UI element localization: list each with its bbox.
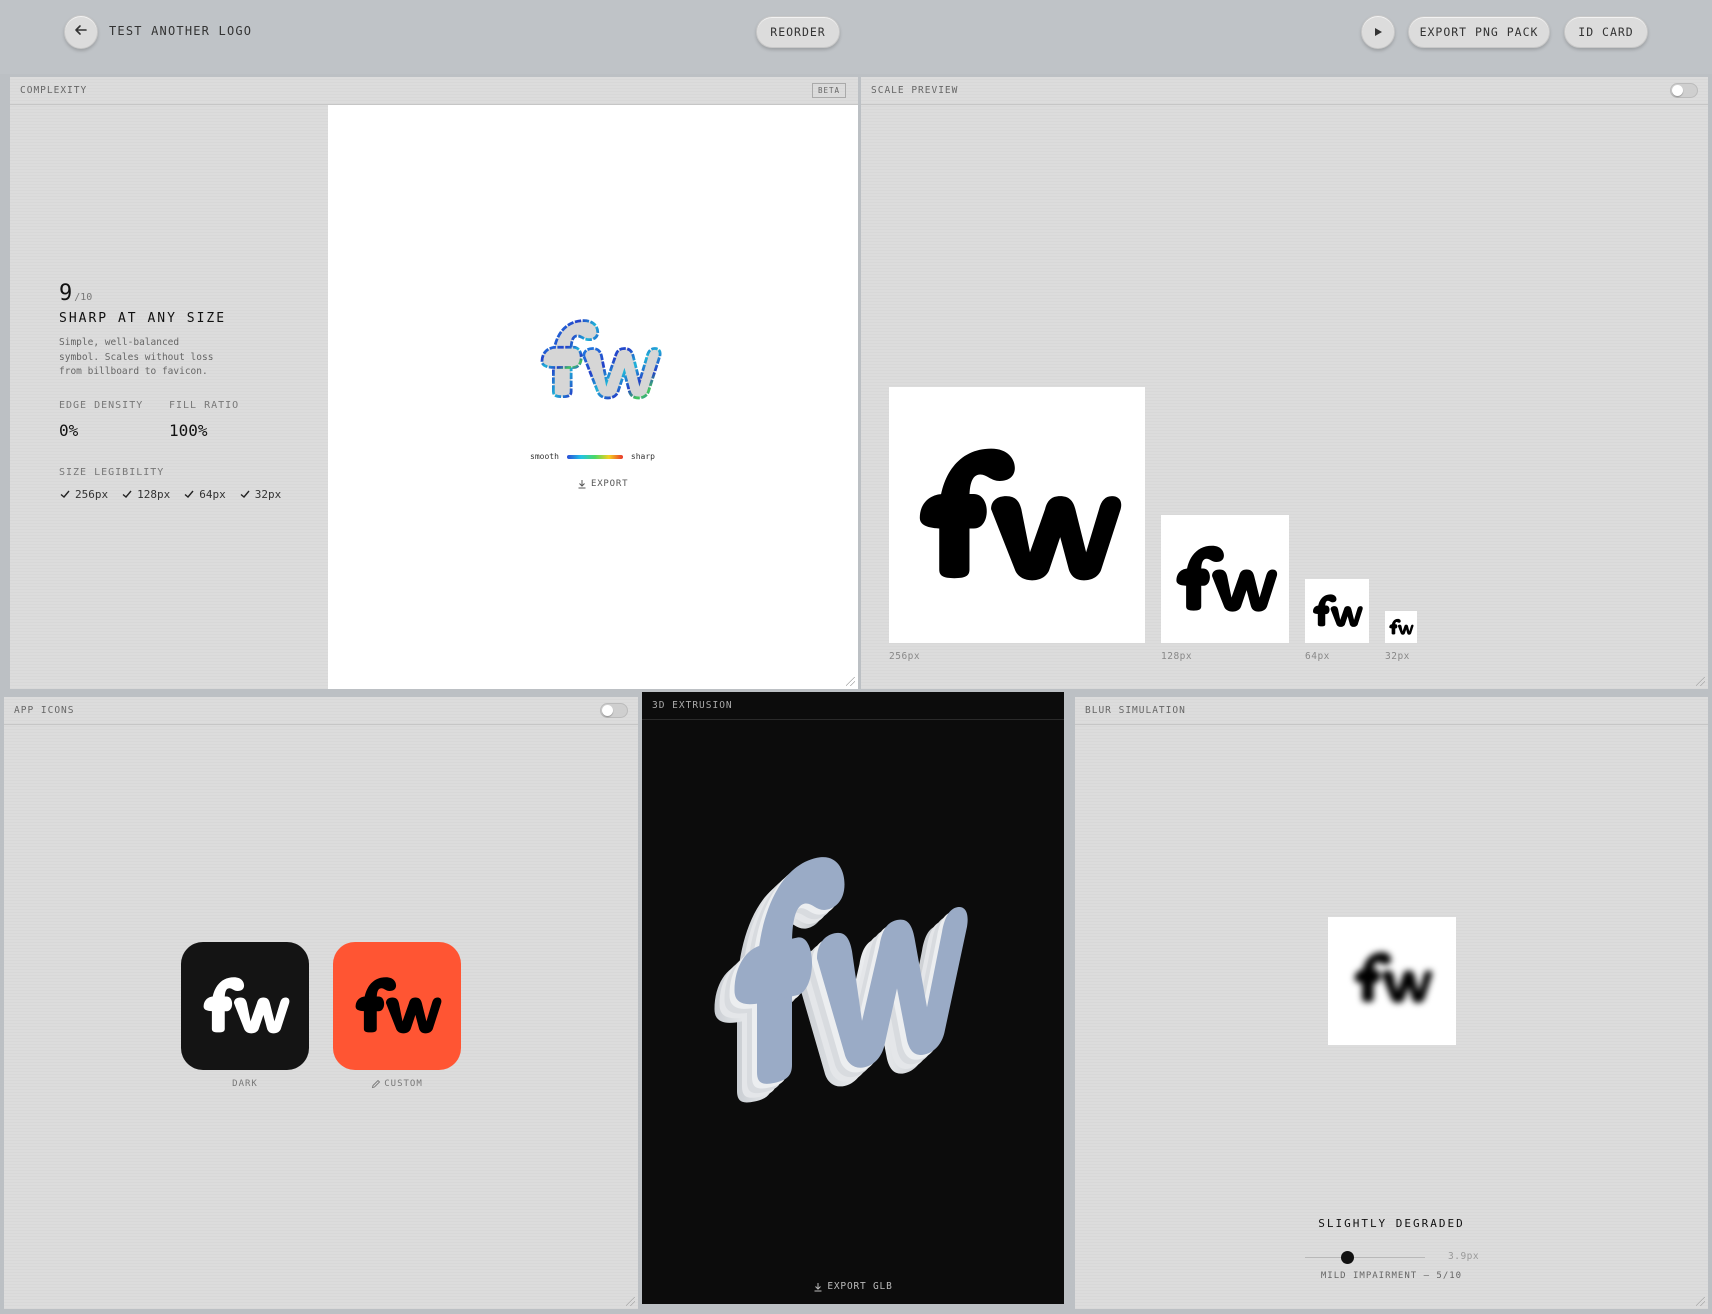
legend-gradient-bar (566, 454, 623, 459)
blur-status: SLIGHTLY DEGRADED (1318, 1217, 1465, 1230)
scale-tile-128 (1161, 515, 1289, 643)
resize-handle[interactable] (626, 1297, 635, 1306)
export-label: EXPORT (591, 479, 629, 489)
export-glb-label: EXPORT GLB (827, 1281, 893, 1292)
blur-slider-track[interactable] (1305, 1251, 1425, 1264)
legibility-item: 32px (239, 487, 282, 501)
beta-badge: BETA (811, 83, 846, 98)
description-line: symbol. Scales without loss (59, 351, 214, 363)
fill-ratio-label: FILL RATIO (169, 399, 240, 411)
logo-32 (1389, 618, 1414, 635)
blur-header: BLUR SIMULATION (1075, 697, 1708, 725)
scale-label-128: 128px (1161, 651, 1193, 662)
resize-handle[interactable] (1696, 677, 1705, 686)
complexity-panel: COMPLEXITY BETA 9 /10 SHARP AT ANY SIZE … (10, 77, 858, 689)
pencil-icon (372, 1079, 381, 1089)
resize-handle[interactable] (846, 677, 855, 686)
description-line: Simple, well-balanced (59, 337, 180, 348)
legibility-item: 64px (183, 488, 226, 501)
logo-128 (1176, 545, 1278, 612)
download-icon (578, 480, 586, 489)
extrusion-panel: 3D EXTRUSION EXPORT GLB (642, 692, 1064, 1304)
reorder-button[interactable]: REORDER (756, 16, 840, 48)
logo-white (203, 977, 290, 1034)
heat-legend: smooth sharp (530, 452, 655, 461)
legibility-size: 128px (137, 487, 171, 501)
legibility-size: 32px (254, 487, 282, 501)
dark-app-icon[interactable] (181, 942, 309, 1070)
play-button[interactable] (1361, 15, 1395, 49)
blur-impairment: MILD IMPAIRMENT — 5/10 (1320, 1271, 1463, 1281)
scale-label-256: 256px (889, 651, 921, 662)
blur-preview-tile (1328, 917, 1456, 1045)
legibility-item: 128px (121, 488, 170, 501)
blurred-logo (1354, 952, 1433, 1003)
top-bar: TEST ANOTHER LOGO REORDER EXPORT PNG PAC… (0, 0, 1712, 74)
scale-preview-header: SCALE PREVIEW (861, 77, 1708, 105)
custom-icon-edit[interactable]: CUSTOM (333, 1079, 461, 1089)
play-icon (1372, 23, 1384, 42)
app-icons-toggle[interactable] (600, 703, 628, 718)
app-icons-header: APP ICONS (4, 697, 638, 725)
complexity-title: COMPLEXITY (20, 85, 88, 96)
export-png-pack-button[interactable]: EXPORT PNG PACK (1408, 16, 1550, 48)
scale-tile-32 (1385, 611, 1417, 643)
edge-density-value: 0% (59, 420, 79, 440)
extrusion-title: 3D EXTRUSION (652, 700, 733, 711)
resize-handle[interactable] (1696, 1297, 1705, 1306)
complexity-export-button[interactable]: EXPORT (577, 479, 628, 489)
back-button[interactable] (64, 15, 98, 49)
scale-label-32: 32px (1385, 651, 1410, 662)
complexity-header: COMPLEXITY (10, 77, 858, 105)
check-icon (184, 490, 194, 498)
extrusion-header: 3D EXTRUSION (642, 692, 1064, 720)
app-icons-title: APP ICONS (14, 705, 75, 716)
complexity-summary: 9 /10 SHARP AT ANY SIZE Simple, well-bal… (59, 281, 329, 501)
size-legibility-label: SIZE LEGIBILITY (59, 466, 165, 478)
legibility-item: 256px (59, 488, 108, 501)
blur-slider-knob[interactable] (1340, 1251, 1354, 1264)
extruded-logo-3d[interactable] (642, 732, 1064, 1252)
blur-title: BLUR SIMULATION (1085, 705, 1186, 716)
custom-app-icon[interactable] (333, 942, 461, 1070)
heatmap-logo (540, 319, 662, 400)
size-legibility-list: 256px 128px 64px 32px (59, 488, 329, 501)
edge-density-label: EDGE DENSITY (59, 399, 144, 411)
scale-preview-title: SCALE PREVIEW (871, 85, 959, 96)
legend-smooth: smooth (530, 452, 559, 461)
export-glb-button[interactable]: EXPORT GLB (642, 1281, 1064, 1292)
scale-preview-panel: SCALE PREVIEW 256px 128px 64px 32px (861, 77, 1708, 689)
scale-tile-64 (1305, 579, 1369, 643)
blur-value: 3.9px (1448, 1251, 1480, 1262)
logo-black (355, 977, 442, 1034)
check-icon (60, 490, 70, 498)
check-icon (122, 490, 132, 498)
blur-simulation-panel: BLUR SIMULATION SLIGHTLY DEGRADED 3.9px … (1075, 697, 1708, 1309)
scale-tile-256 (889, 387, 1145, 643)
scale-preview-toggle[interactable] (1670, 83, 1698, 98)
app-icons-panel: APP ICONS DARK CUSTOM (4, 697, 638, 1309)
legend-sharp: sharp (630, 452, 655, 461)
legibility-size: 64px (199, 487, 226, 501)
id-card-button[interactable]: ID CARD (1564, 16, 1648, 48)
description-line: from billboard to favicon. (59, 366, 208, 377)
check-icon (240, 490, 250, 498)
download-icon (814, 1282, 822, 1291)
complexity-description: Simple, well-balanced symbol. Scales wit… (59, 336, 329, 380)
custom-icon-label: CUSTOM (384, 1079, 423, 1089)
page-title: TEST ANOTHER LOGO (109, 24, 253, 38)
scale-label-64: 64px (1305, 651, 1330, 662)
dark-icon-label: DARK (232, 1079, 258, 1089)
fill-ratio-value: 100% (169, 420, 208, 440)
legibility-size: 256px (75, 487, 109, 501)
complexity-heatmap-canvas: smooth sharp EXPORT (328, 105, 858, 689)
complexity-verdict: SHARP AT ANY SIZE (59, 311, 227, 326)
logo-64 (1313, 594, 1363, 627)
complexity-score: 9 (59, 281, 73, 306)
logo-256 (919, 448, 1122, 581)
arrow-left-icon (73, 22, 89, 42)
complexity-score-max: /10 (74, 292, 93, 303)
